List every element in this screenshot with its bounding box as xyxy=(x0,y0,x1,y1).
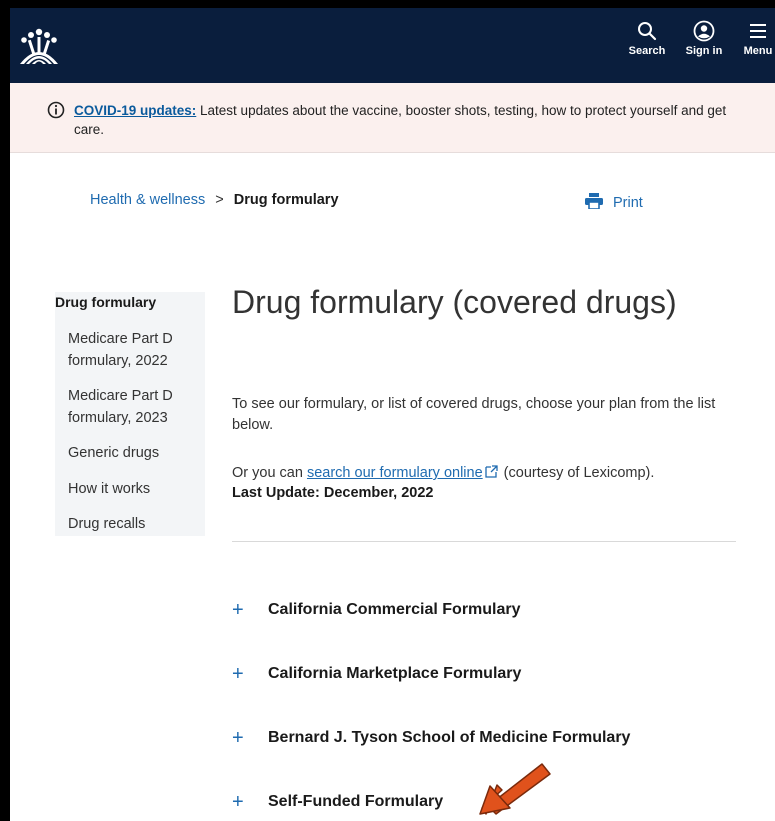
plus-icon: + xyxy=(232,727,244,749)
plus-icon: + xyxy=(232,791,244,813)
sidebar-heading[interactable]: Drug formulary xyxy=(55,294,156,310)
accordion-label: Bernard J. Tyson School of Medicine Form… xyxy=(268,729,631,746)
arrow-annotation-icon xyxy=(479,763,551,815)
breadcrumb: Health & wellness > Drug formulary xyxy=(90,192,339,208)
hamburger-icon xyxy=(750,24,766,38)
printer-icon xyxy=(585,193,603,210)
covid-updates-link[interactable]: COVID-19 updates: xyxy=(74,103,196,118)
banner-message: COVID-19 updates: Latest updates about t… xyxy=(74,101,744,139)
sidebar-item-generic-drugs[interactable]: Generic drugs xyxy=(68,442,198,464)
lexi-prefix: Or you can xyxy=(232,465,307,481)
breadcrumb-health-wellness[interactable]: Health & wellness xyxy=(90,192,205,208)
print-label: Print xyxy=(613,195,643,211)
sidebar-nav: Drug formulary Medicare Part D formulary… xyxy=(55,292,205,536)
search-label: Search xyxy=(628,45,666,57)
logo-icon[interactable] xyxy=(18,26,60,68)
search-button[interactable]: Search xyxy=(620,20,674,57)
menu-label: Menu xyxy=(743,45,773,57)
sidebar-item-medicare-2023[interactable]: Medicare Part D formulary, 2023 xyxy=(68,385,198,429)
formulary-online-text: Or you can search our formulary online (… xyxy=(232,463,752,484)
accordion-california-commercial[interactable]: + California Commercial Formulary xyxy=(232,599,752,622)
search-formulary-link[interactable]: search our formulary online xyxy=(307,465,483,481)
lexi-suffix: (courtesy of Lexicomp). xyxy=(499,465,655,481)
plus-icon: + xyxy=(232,663,244,685)
search-icon xyxy=(638,22,657,41)
last-update: Last Update: December, 2022 xyxy=(232,485,434,501)
info-icon xyxy=(47,101,65,119)
sidebar-item-how-it-works[interactable]: How it works xyxy=(68,478,198,500)
page: Search Sign in Menu COVID-19 updates: La… xyxy=(10,8,775,821)
covid-banner: COVID-19 updates: Latest updates about t… xyxy=(10,83,775,153)
site-header: Search Sign in Menu xyxy=(10,8,775,83)
accordion-label: California Marketplace Formulary xyxy=(268,665,522,682)
sign-in-label: Sign in xyxy=(685,45,723,57)
accordion-label: California Commercial Formulary xyxy=(268,601,521,618)
breadcrumb-separator: > xyxy=(215,192,224,208)
print-button[interactable]: Print xyxy=(585,193,643,211)
page-title: Drug formulary (covered drugs) xyxy=(232,284,677,320)
menu-button[interactable]: Menu xyxy=(731,20,775,57)
breadcrumb-current: Drug formulary xyxy=(233,192,339,208)
intro-text: To see our formulary, or list of covered… xyxy=(232,396,716,433)
sidebar-item-drug-recalls[interactable]: Drug recalls xyxy=(68,513,198,535)
user-icon xyxy=(693,20,715,42)
plus-icon: + xyxy=(232,599,244,621)
sidebar-item-medicare-2022[interactable]: Medicare Part D formulary, 2022 xyxy=(68,328,198,372)
divider xyxy=(232,541,736,542)
accordion-label: Self-Funded Formulary xyxy=(268,793,444,810)
external-link-icon xyxy=(485,465,498,478)
accordion-bernard-tyson[interactable]: + Bernard J. Tyson School of Medicine For… xyxy=(232,727,752,750)
sign-in-button[interactable]: Sign in xyxy=(677,20,731,57)
accordion-california-marketplace[interactable]: + California Marketplace Formulary xyxy=(232,663,752,686)
